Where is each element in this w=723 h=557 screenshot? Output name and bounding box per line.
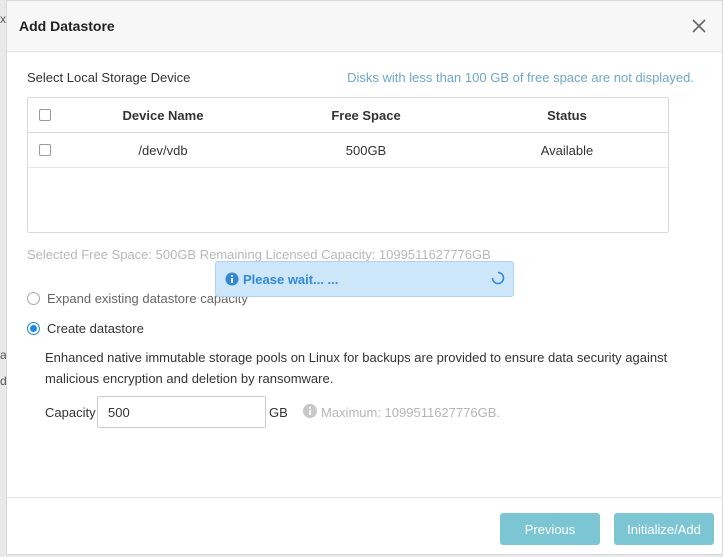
free-space-hint: Disks with less than 100 GB of free spac… [347,70,694,85]
capacity-label: Capacity [45,405,96,420]
loading-toast: Please wait... ... [215,261,514,297]
table-header-row: Device Name Free Space Status [28,98,668,133]
expand-radio[interactable] [27,292,40,305]
section-label: Select Local Storage Device [27,70,191,85]
table-row[interactable]: /dev/vdb 500GB Available [28,133,668,168]
close-icon[interactable] [688,15,710,37]
capacity-input[interactable] [97,396,266,428]
toast-message: Please wait... ... [243,272,339,287]
row-checkbox[interactable] [39,144,51,156]
dialog-footer: Previous Initialize/Add [7,497,722,556]
selection-summary: Selected Free Space: 500GB Remaining Lic… [27,247,491,262]
device-table: Device Name Free Space Status /dev/vdb 5… [27,97,669,233]
column-header-free-space: Free Space [331,107,401,123]
previous-button[interactable]: Previous [500,513,600,545]
create-radio[interactable] [27,322,40,335]
column-header-device-name: Device Name [122,107,204,123]
dialog-title: Add Datastore [19,18,115,34]
info-icon [303,404,317,418]
create-description: Enhanced native immutable storage pools … [45,350,668,386]
device-name-cell: /dev/vdb [138,142,188,158]
capacity-unit: GB [269,405,288,420]
status-cell: Available [540,142,594,158]
capacity-maximum: Maximum: 1099511627776GB. [321,405,500,420]
free-space-cell: 500GB [345,142,387,158]
create-label: Create datastore [47,321,144,336]
spinner-icon [491,271,505,285]
select-all-checkbox[interactable] [39,109,51,121]
info-icon [225,272,239,286]
dialog-header: Add Datastore [7,1,722,52]
initialize-add-button[interactable]: Initialize/Add [614,513,714,545]
create-datastore-option[interactable]: Create datastore [27,321,144,336]
column-header-status: Status [547,107,587,123]
